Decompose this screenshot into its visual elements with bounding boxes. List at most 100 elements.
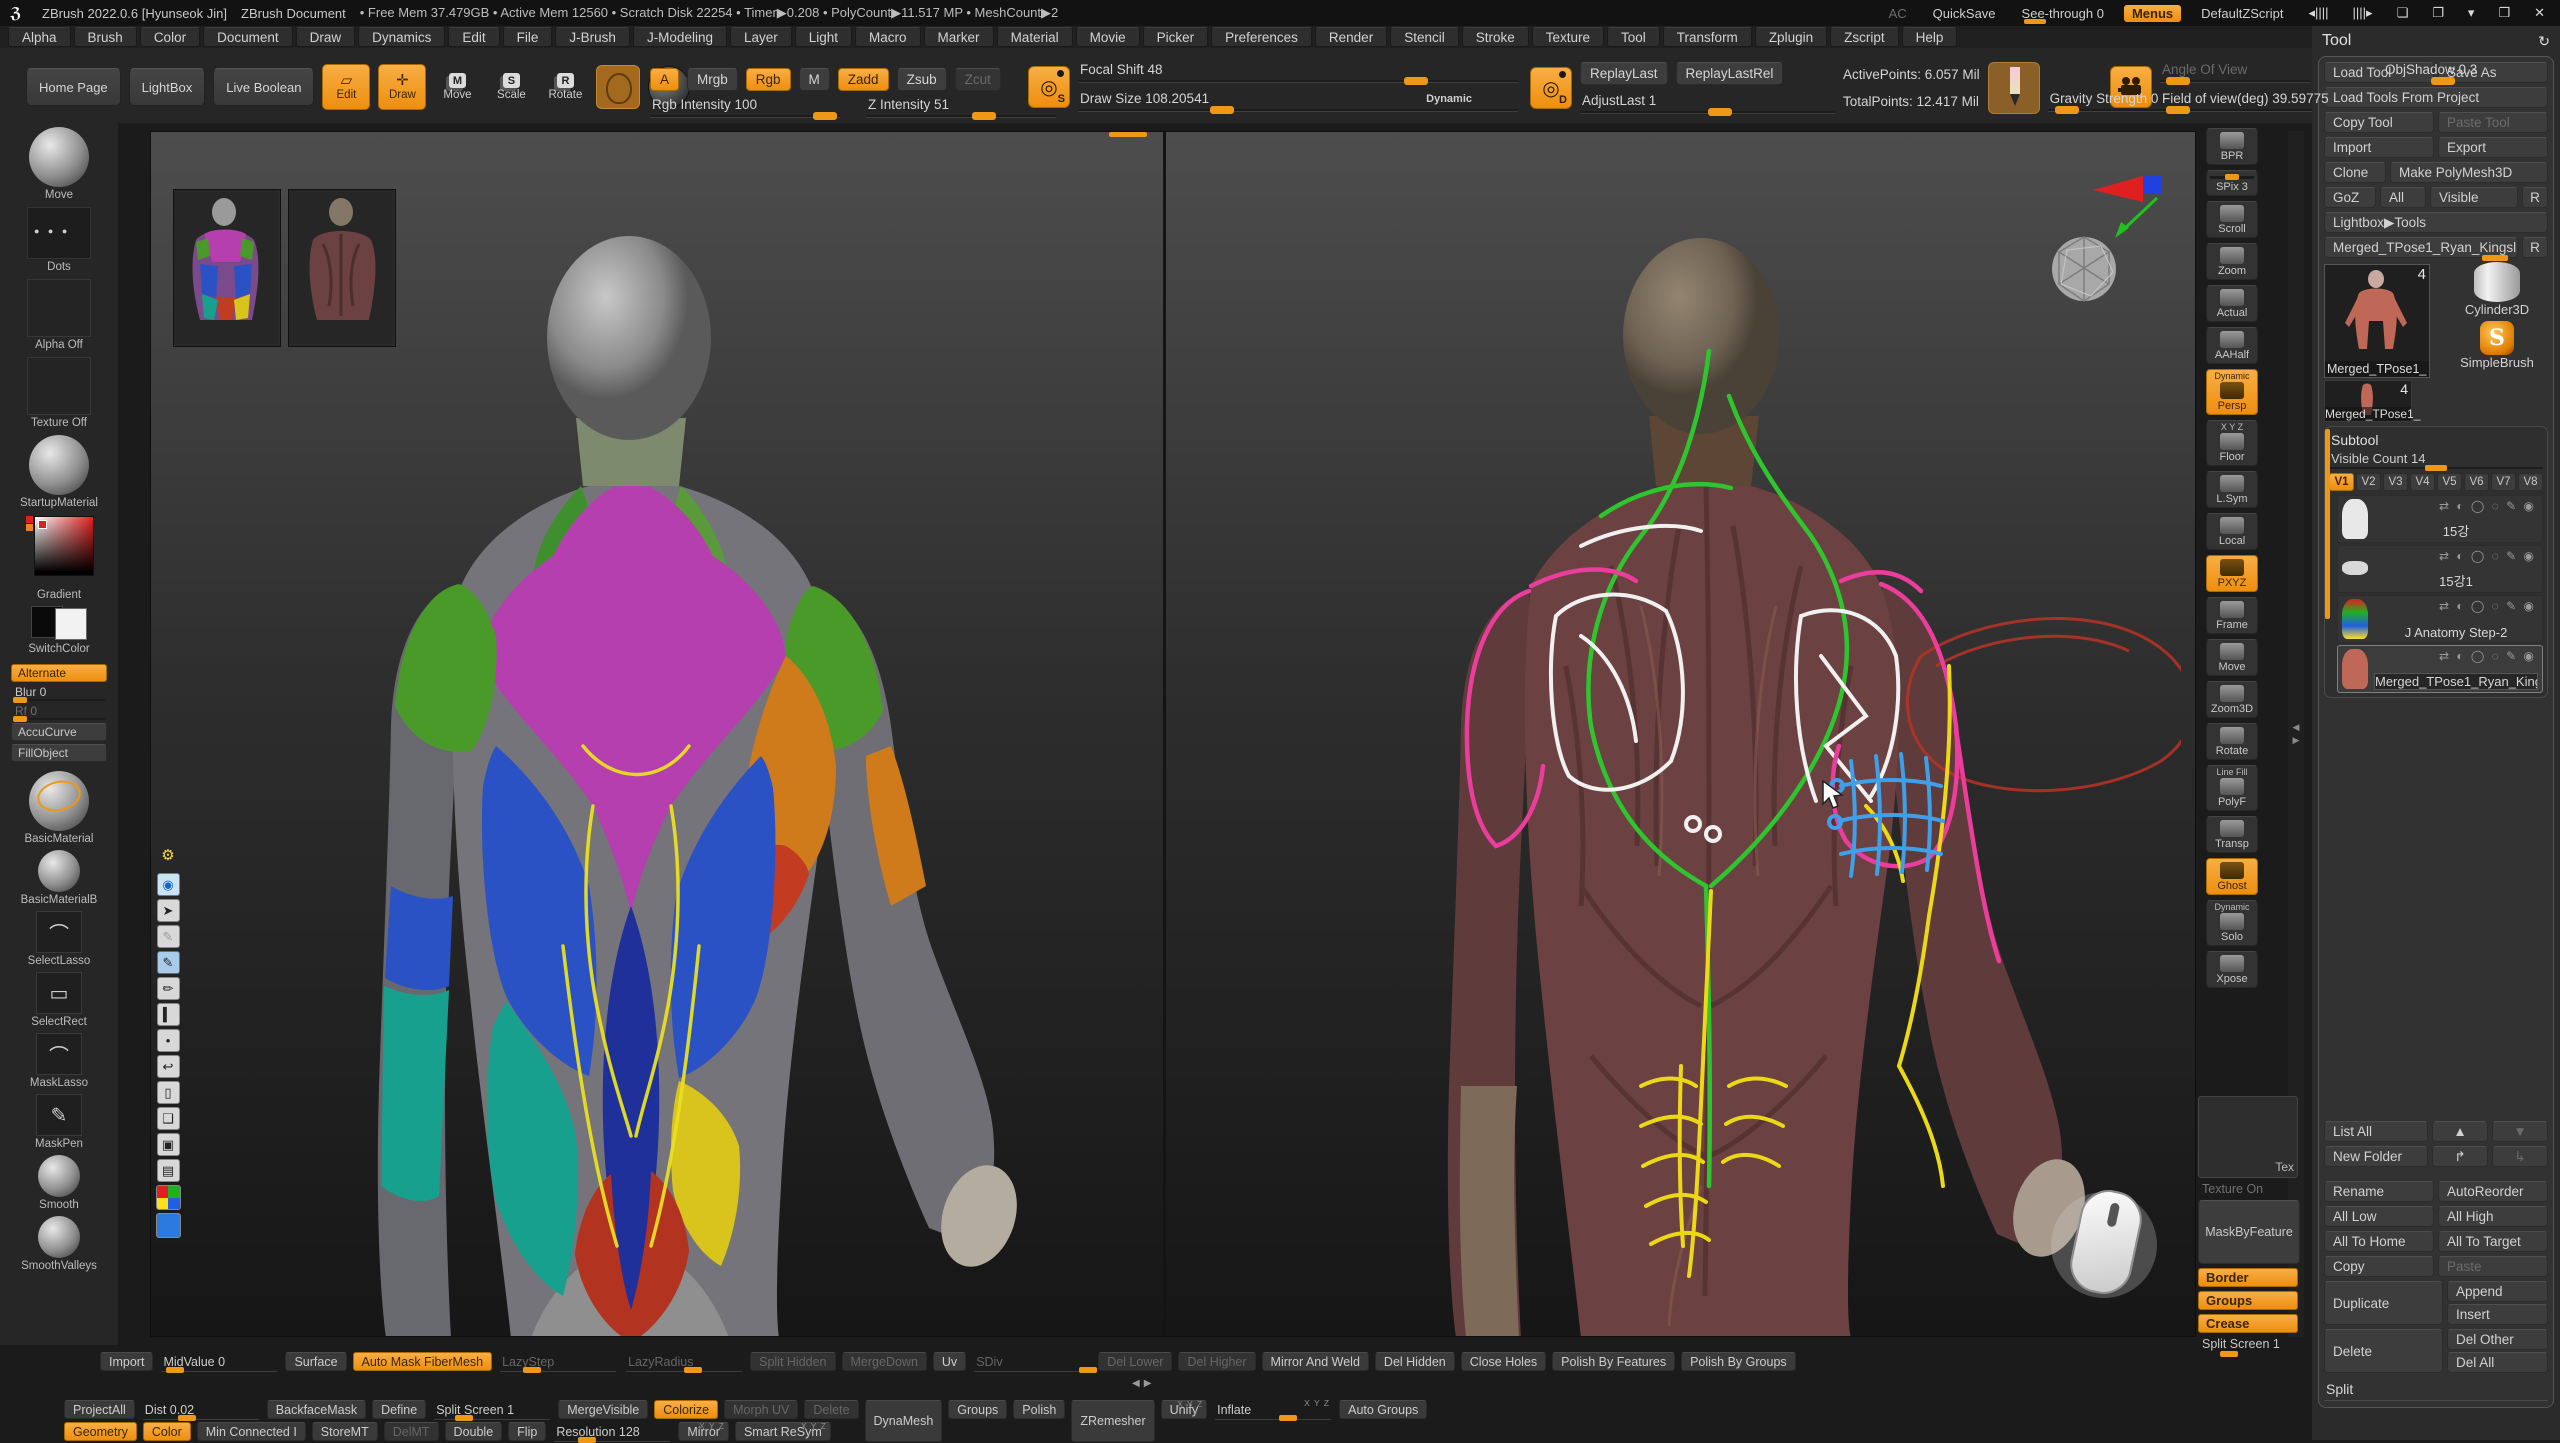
menu-item[interactable]: Color: [140, 27, 200, 47]
doc-scroll-arrows[interactable]: ◀▶: [1132, 1378, 1155, 1389]
angle-of-view-slider[interactable]: Angle Of View: [2160, 62, 2310, 83]
default-zscript-button[interactable]: DefaultZScript: [2195, 6, 2289, 21]
shelf-item[interactable]: ⌒ SelectLasso: [28, 911, 91, 967]
ac-toggle[interactable]: AC: [1883, 6, 1913, 21]
subtool-view-tab[interactable]: V3: [2383, 473, 2408, 491]
split-screen-slider[interactable]: Split Screen 1: [2198, 1337, 2298, 1355]
bottom-control[interactable]: Polish: [1013, 1400, 1065, 1419]
quick-tool-button[interactable]: ❑: [157, 1107, 180, 1130]
dock-left-icon[interactable]: ◂||||: [2304, 5, 2334, 21]
del-other-button[interactable]: Del Other: [2447, 1329, 2548, 1350]
dynamic-toggle[interactable]: Dynamic: [1426, 93, 1472, 105]
bottom-control[interactable]: LazyRadius: [624, 1352, 744, 1371]
quick-tool-button[interactable]: ▤: [157, 1159, 180, 1182]
subtool-row-icons[interactable]: ⇄ ◐ ◯ ◌ ✎ ◉: [2439, 599, 2536, 613]
del-all-button[interactable]: Del All: [2447, 1352, 2548, 1373]
menu-item[interactable]: Stencil: [1390, 27, 1459, 47]
shelf-toggle[interactable]: BPR: [2206, 128, 2258, 165]
menu-item[interactable]: Edit: [448, 27, 499, 47]
menu-item[interactable]: Stroke: [1462, 27, 1529, 47]
shelf-toggle[interactable]: Scroll: [2206, 201, 2258, 238]
subtool-scrollbar[interactable]: [2325, 429, 2330, 619]
replay-settings-icon[interactable]: ◎D: [1530, 67, 1572, 109]
window-layout-icon[interactable]: ❏: [2392, 5, 2414, 21]
focal-shift-slider[interactable]: Focal Shift 48: [1078, 62, 1518, 83]
axis-orientation-widget[interactable]: [2091, 174, 2171, 240]
shelf-item[interactable]: Alpha Off: [27, 279, 91, 351]
texture-preview[interactable]: Tex: [2198, 1096, 2298, 1178]
menu-item[interactable]: File: [503, 27, 553, 47]
bottom-control[interactable]: MirrorX Y Z: [678, 1422, 729, 1441]
lightbulb-icon[interactable]: ⚙: [157, 846, 179, 870]
subtool-view-tab[interactable]: V8: [2518, 473, 2543, 491]
new-folder-button[interactable]: New Folder: [2324, 1146, 2428, 1167]
bottom-control[interactable]: Del Higher: [1178, 1352, 1255, 1371]
copy-tool-button[interactable]: Copy Tool: [2324, 112, 2434, 133]
bottom-control[interactable]: InflateX Y Z: [1213, 1400, 1333, 1419]
bottom-control[interactable]: Polish By Features: [1552, 1352, 1675, 1371]
quick-tool-button[interactable]: ▍: [157, 1003, 180, 1026]
bottom-control[interactable]: Color: [143, 1422, 191, 1441]
bottom-control[interactable]: Import: [100, 1352, 153, 1371]
bottom-control[interactable]: Split Screen 1: [432, 1400, 552, 1419]
live-boolean-button[interactable]: Live Boolean: [213, 68, 314, 106]
bottom-control[interactable]: Del Hidden: [1375, 1352, 1455, 1371]
palette-icon[interactable]: [156, 1185, 181, 1210]
stroke-settings-icon[interactable]: ◎S: [1028, 66, 1070, 108]
menu-item[interactable]: Help: [1902, 27, 1958, 47]
subtool-view-tab[interactable]: V1: [2329, 473, 2354, 491]
mask-by-feature-button[interactable]: MaskByFeature: [2198, 1200, 2300, 1264]
quick-tool-button[interactable]: ▯: [157, 1081, 180, 1104]
all-to-home-button[interactable]: All To Home: [2324, 1231, 2434, 1252]
edit-mode-button[interactable]: ▱Edit: [322, 64, 370, 110]
shelf-toggle[interactable]: Local: [2206, 513, 2258, 550]
move-in-button[interactable]: ↳: [2492, 1146, 2548, 1167]
shelf-toggle[interactable]: Dynamic Solo: [2206, 900, 2258, 946]
switch-color-swatches[interactable]: [29, 604, 89, 640]
rf-slider[interactable]: Rf 0: [11, 704, 107, 720]
shelf-toggle[interactable]: Actual: [2206, 285, 2258, 322]
subtool-row-icons[interactable]: ⇄ ◐ ◯ ◌ ✎ ◉: [2439, 649, 2536, 663]
bottom-control[interactable]: Auto Groups: [1339, 1400, 1427, 1419]
subtool-row-icons[interactable]: ⇄ ◐ ◯ ◌ ✎ ◉: [2439, 549, 2536, 563]
copy-subtool-button[interactable]: Copy: [2324, 1256, 2434, 1277]
menu-item[interactable]: Picker: [1143, 27, 1209, 47]
menu-item[interactable]: Draw: [296, 27, 356, 47]
crease-button[interactable]: Crease: [2198, 1314, 2298, 1333]
quick-tool-button[interactable]: ▣: [157, 1133, 180, 1156]
draw-size-slider[interactable]: Draw Size 108.20541 Dynamic: [1078, 91, 1518, 112]
bottom-control[interactable]: ProjectAll: [64, 1400, 135, 1419]
cylinder3d-thumbnail[interactable]: [2474, 262, 2520, 302]
bottom-control[interactable]: LazyStep: [498, 1352, 618, 1371]
bottom-control[interactable]: Min Connected I: [197, 1422, 306, 1441]
menu-item[interactable]: Zplugin: [1755, 27, 1827, 47]
subtool-item[interactable]: ⇄ ◐ ◯ ◌ ✎ ◉ Merged_TPose1_Ryan_Kingslie: [2337, 645, 2543, 693]
bottom-control[interactable]: Polish By Groups: [1681, 1352, 1796, 1371]
minimize-button[interactable]: ▾: [2463, 5, 2480, 21]
shelf-toggle[interactable]: SPix 3: [2206, 170, 2258, 196]
all-to-target-button[interactable]: All To Target: [2438, 1231, 2548, 1252]
subtool-item[interactable]: ⇄ ◐ ◯ ◌ ✎ ◉ J Anatomy Step-2: [2337, 595, 2543, 643]
bottom-control[interactable]: DelMT: [384, 1422, 439, 1441]
quick-tool-button[interactable]: ✎: [157, 951, 180, 974]
menu-item[interactable]: Brush: [74, 27, 137, 47]
split-section-header[interactable]: Split: [2324, 1377, 2548, 1401]
accucurve-button[interactable]: AccuCurve: [11, 723, 107, 741]
menu-item[interactable]: Texture: [1532, 27, 1604, 47]
replay-last-rel-button[interactable]: ReplayLastRel: [1676, 62, 1784, 85]
subtool-view-tab[interactable]: V7: [2491, 473, 2516, 491]
subtool-item[interactable]: ⇄ ◐ ◯ ◌ ✎ ◉ 15강: [2337, 495, 2543, 543]
paste-subtool-button[interactable]: Paste: [2438, 1256, 2548, 1277]
menus-button[interactable]: Menus: [2124, 5, 2181, 22]
current-brush-button[interactable]: [596, 65, 640, 109]
shelf-item[interactable]: ⌒ MaskLasso: [30, 1033, 88, 1089]
paint-mode-button[interactable]: M: [799, 68, 830, 91]
list-all-button[interactable]: List All: [2324, 1121, 2428, 1142]
bottom-control[interactable]: BackfaceMask: [267, 1400, 366, 1419]
bottom-control[interactable]: UnifyX Y Z: [1161, 1400, 1207, 1419]
adjust-last-slider[interactable]: AdjustLast 1: [1580, 93, 1835, 114]
recent-color-chip[interactable]: [26, 524, 33, 531]
blur-slider[interactable]: Blur 0: [11, 685, 107, 701]
menu-item[interactable]: Layer: [730, 27, 792, 47]
shelf-toggle[interactable]: Rotate: [2206, 723, 2258, 760]
